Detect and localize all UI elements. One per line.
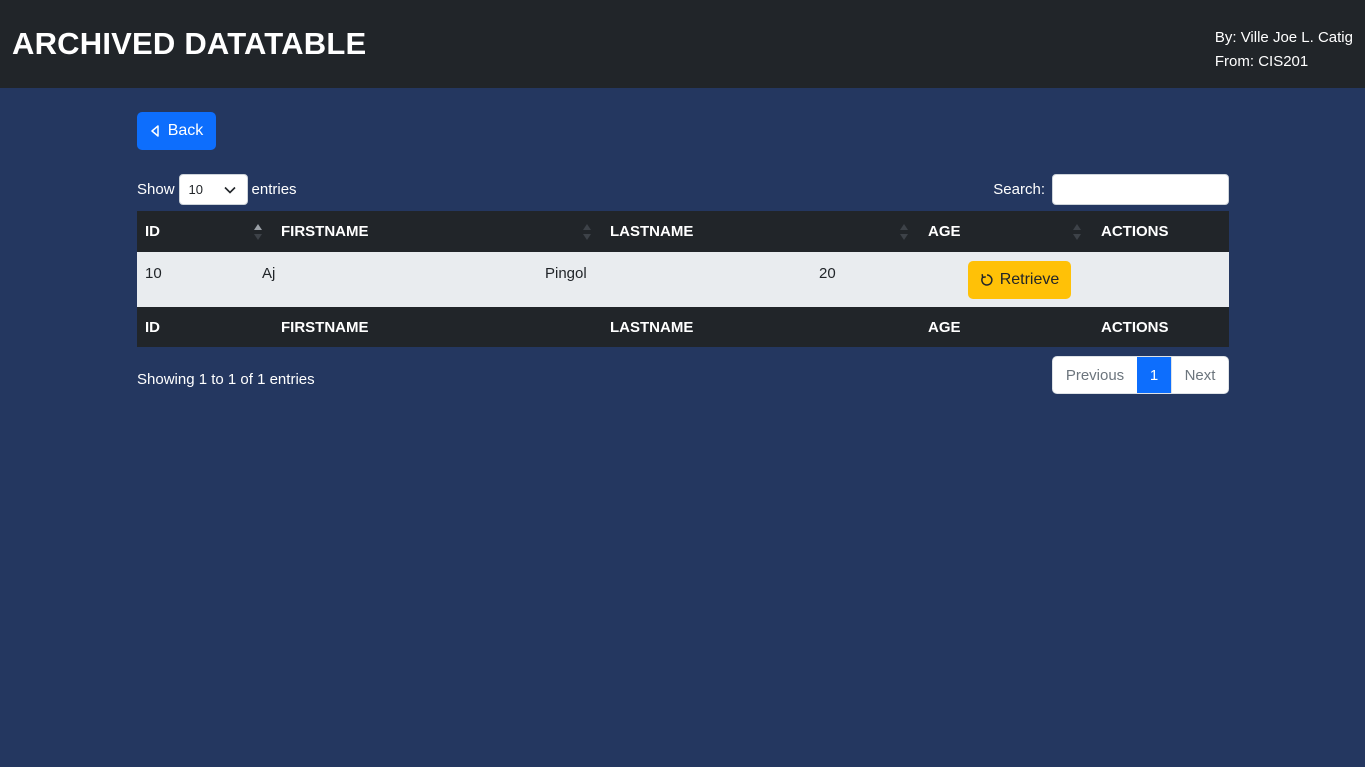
back-button[interactable]: Back [137, 112, 216, 150]
sort-icon[interactable] [899, 222, 909, 242]
cell-lastname: Pingol [545, 265, 587, 282]
pagination-page-1[interactable]: 1 [1137, 357, 1171, 393]
cell-id: 10 [145, 265, 162, 282]
pagination: Previous 1 Next [1052, 356, 1229, 394]
pagination-previous[interactable]: Previous [1053, 357, 1137, 393]
search-input[interactable] [1052, 174, 1229, 205]
pagination-next[interactable]: Next [1171, 357, 1228, 393]
retrieve-button[interactable]: Retrieve [968, 261, 1071, 299]
show-label: Show [137, 181, 175, 198]
column-header-age[interactable]: AGE [928, 211, 961, 252]
entries-label: entries [251, 181, 297, 198]
column-footer-id: ID [145, 318, 160, 336]
chevron-down-icon [223, 186, 236, 194]
from-line: From: CIS201 [1214, 53, 1309, 70]
entries-select-value: 10 [188, 182, 203, 197]
column-header-firstname[interactable]: FIRSTNAME [281, 211, 369, 252]
entries-length-control: Show 10 entries [137, 174, 297, 205]
back-button-label: Back [167, 122, 204, 139]
entries-select[interactable]: 10 [178, 174, 248, 205]
sort-ascending-icon[interactable] [253, 222, 263, 242]
column-footer-actions: ACTIONS [1101, 318, 1169, 336]
rotate-icon [980, 274, 993, 286]
cell-age: 20 [819, 265, 836, 282]
column-footer-firstname: FIRSTNAME [281, 318, 369, 336]
table-info: Showing 1 to 1 of 1 entries [137, 371, 315, 388]
search-label: Search: [993, 181, 1045, 198]
cell-firstname: Aj [262, 265, 276, 282]
sort-icon[interactable] [582, 222, 592, 242]
sort-icon[interactable] [1072, 222, 1082, 242]
column-header-lastname[interactable]: LASTNAME [610, 211, 693, 252]
caret-left-icon [150, 125, 159, 137]
column-footer-lastname: LASTNAME [610, 318, 694, 336]
search-control: Search: [993, 174, 1229, 205]
table-header-row: ID FIRSTNAME LASTNAME AGE ACTIONS [137, 211, 1229, 252]
archived-table: ID FIRSTNAME LASTNAME AGE ACTIONS 10 Aj … [137, 211, 1229, 347]
page-title: ARCHIVED DATATABLE [12, 26, 367, 61]
column-header-actions: ACTIONS [1101, 223, 1169, 240]
retrieve-button-label: Retrieve [999, 271, 1060, 288]
top-bar: ARCHIVED DATATABLE By: Ville Joe L. Cati… [0, 0, 1365, 88]
author-info: By: Ville Joe L. Catig From: CIS201 [1215, 26, 1353, 74]
table-footer-row: ID FIRSTNAME LASTNAME AGE ACTIONS [137, 307, 1229, 347]
table-row: 10 Aj Pingol 20 Retrieve [137, 252, 1229, 307]
column-header-id[interactable]: ID [145, 211, 160, 252]
author-line: By: Ville Joe L. Catig [1214, 29, 1353, 46]
column-footer-age: AGE [928, 318, 961, 336]
